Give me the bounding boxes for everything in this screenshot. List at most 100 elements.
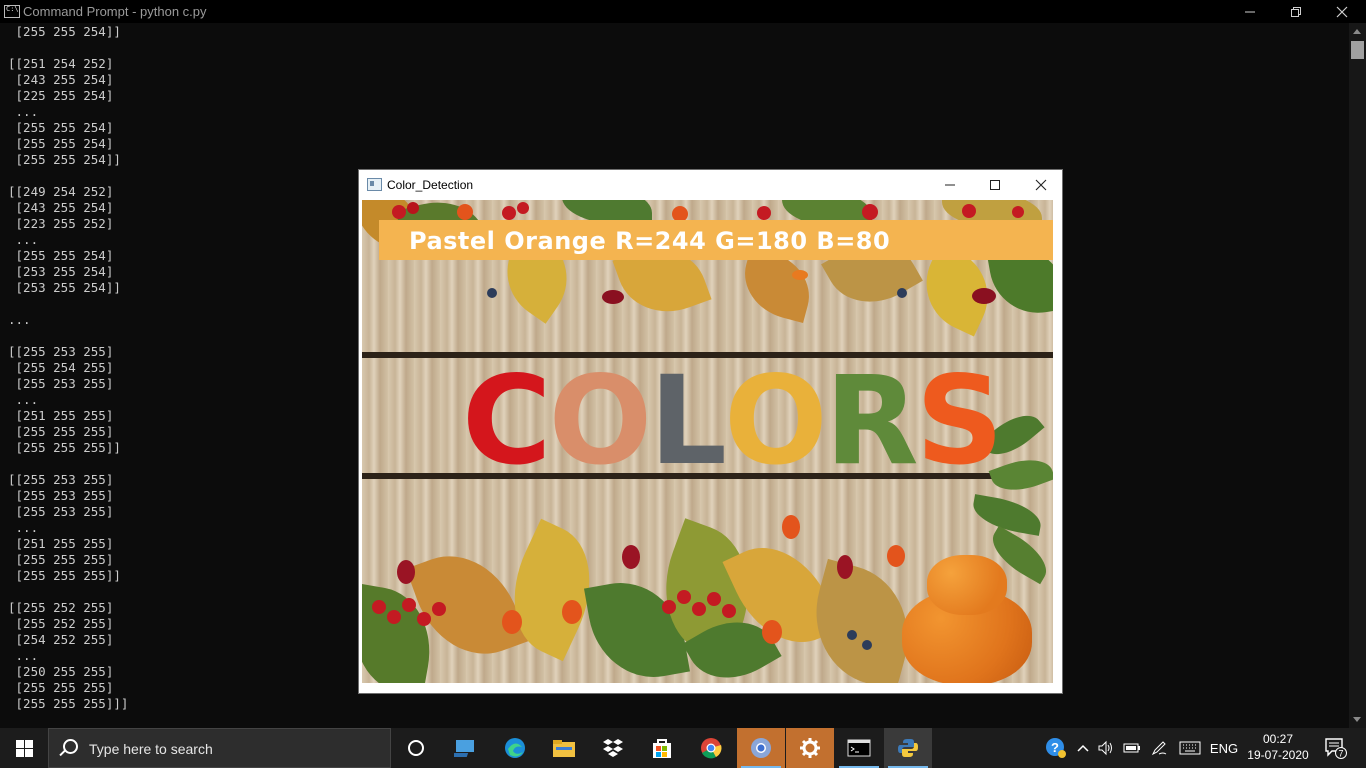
taskbar: Type here to search ? ENG 00:27 19-07-20…	[0, 728, 1366, 768]
task-view-button[interactable]	[392, 728, 440, 768]
cv-titlebar[interactable]: Color_Detection	[359, 170, 1062, 199]
berry-decoration	[387, 610, 401, 624]
terminal-icon	[847, 739, 871, 757]
berry-decoration	[757, 206, 771, 220]
taskbar-app-settings[interactable]	[786, 728, 834, 768]
cv-minimize-button[interactable]	[927, 170, 973, 199]
taskbar-app-chrome[interactable]	[687, 728, 735, 768]
cv-window-title: Color_Detection	[387, 178, 474, 192]
battery-tray-button[interactable]	[1120, 728, 1144, 768]
chevron-up-icon	[1077, 744, 1089, 752]
berry-decoration	[602, 290, 624, 304]
pen-tray-button[interactable]	[1147, 728, 1171, 768]
cmd-title: Command Prompt - python c.py	[23, 4, 207, 19]
maximize-icon	[990, 179, 1000, 190]
berry-decoration	[862, 204, 878, 220]
berry-decoration	[662, 600, 676, 614]
windows-logo-icon	[15, 739, 33, 757]
help-tray-button[interactable]: ?	[1043, 728, 1069, 768]
language-indicator[interactable]: ENG	[1206, 728, 1242, 768]
cmd-titlebar[interactable]: Command Prompt - python c.py	[0, 0, 1366, 23]
detected-color-label: Pastel Orange R=244 G=180 B=80	[409, 227, 891, 255]
rowan-berry-cluster	[927, 555, 1007, 615]
battery-icon	[1123, 743, 1140, 753]
berry-decoration	[432, 602, 446, 616]
action-center-button[interactable]: 7	[1318, 728, 1354, 768]
svg-text:?: ?	[1051, 740, 1059, 755]
berry-decoration	[402, 598, 416, 612]
touch-keyboard-button[interactable]	[1176, 728, 1204, 768]
volume-icon	[1098, 740, 1112, 756]
scroll-thumb[interactable]	[1351, 41, 1364, 59]
image-canvas[interactable]: COLORS Pastel Orange R=244 G=180 B=80	[362, 200, 1053, 683]
notification-icon: 7	[1325, 738, 1347, 759]
berry-decoration	[622, 545, 640, 569]
colors-letter: S	[915, 350, 1004, 492]
start-button[interactable]	[0, 728, 48, 768]
berry-decoration	[707, 592, 721, 606]
cv-close-button[interactable]	[1018, 170, 1064, 199]
berry-decoration	[897, 288, 907, 298]
colors-word: COLORS	[462, 350, 1004, 492]
volume-tray-button[interactable]	[1095, 728, 1117, 768]
scroll-down-arrow-icon[interactable]	[1353, 717, 1361, 722]
berry-decoration	[502, 206, 516, 220]
console-scrollbar[interactable]	[1349, 23, 1366, 728]
berry-decoration	[517, 202, 529, 214]
berry-decoration	[502, 610, 522, 634]
taskbar-app-store[interactable]	[638, 728, 686, 768]
berry-decoration	[407, 202, 419, 214]
cmd-restore-button[interactable]	[1273, 0, 1319, 23]
show-hidden-icons-button[interactable]	[1073, 728, 1093, 768]
computer-icon	[454, 740, 474, 757]
taskbar-app-folder[interactable]	[540, 728, 588, 768]
colors-letter: O	[724, 350, 828, 492]
berry-decoration	[692, 602, 706, 616]
berry-decoration	[487, 288, 497, 298]
folder-icon	[553, 740, 575, 757]
berry-decoration	[962, 204, 976, 218]
berry-decoration	[762, 620, 782, 644]
task-view-icon	[408, 740, 424, 756]
berry-decoration	[457, 204, 473, 220]
minimize-icon	[945, 184, 955, 185]
color-detection-window[interactable]: Color_Detection C O L O R S Pastel Orang…	[358, 169, 1063, 694]
taskbar-search-box[interactable]: Type here to search	[48, 728, 391, 768]
berry-decoration	[722, 604, 736, 618]
taskbar-app-python[interactable]	[884, 728, 932, 768]
close-icon	[1336, 6, 1348, 17]
python-icon	[898, 739, 918, 757]
berry-decoration	[862, 640, 872, 650]
gear-icon	[800, 738, 820, 758]
berry-decoration	[837, 555, 853, 579]
taskbar-app-chrome-alt[interactable]	[737, 728, 785, 768]
berry-decoration	[397, 560, 415, 584]
pen-icon	[1151, 741, 1167, 756]
minimize-icon	[1245, 11, 1255, 12]
berry-decoration	[417, 612, 431, 626]
scroll-up-arrow-icon[interactable]	[1353, 29, 1361, 34]
cmd-minimize-button[interactable]	[1227, 0, 1273, 23]
berry-decoration	[972, 288, 996, 304]
colors-letter: L	[649, 350, 727, 492]
berry-decoration	[1012, 206, 1024, 218]
keyboard-icon	[1179, 741, 1201, 755]
colors-letter: O	[548, 350, 653, 492]
cv-window-icon	[367, 178, 382, 191]
taskbar-app-dropbox[interactable]	[589, 728, 637, 768]
edge-icon	[505, 738, 525, 758]
taskbar-app-edge[interactable]	[491, 728, 539, 768]
cv-maximize-button[interactable]	[972, 170, 1018, 199]
berry-decoration	[392, 205, 406, 219]
restore-icon	[1291, 6, 1301, 17]
taskbar-clock[interactable]: 00:27 19-07-2020	[1244, 731, 1312, 763]
cmd-close-button[interactable]	[1319, 0, 1365, 23]
taskbar-app-command-prompt[interactable]	[835, 728, 883, 768]
berry-decoration	[562, 600, 582, 624]
chrome-icon	[701, 738, 722, 759]
clock-date: 19-07-2020	[1247, 748, 1309, 762]
taskbar-app-file-explorer[interactable]	[442, 728, 490, 768]
close-icon	[1035, 179, 1047, 190]
cmd-app-icon	[4, 5, 20, 18]
search-icon	[63, 739, 78, 754]
